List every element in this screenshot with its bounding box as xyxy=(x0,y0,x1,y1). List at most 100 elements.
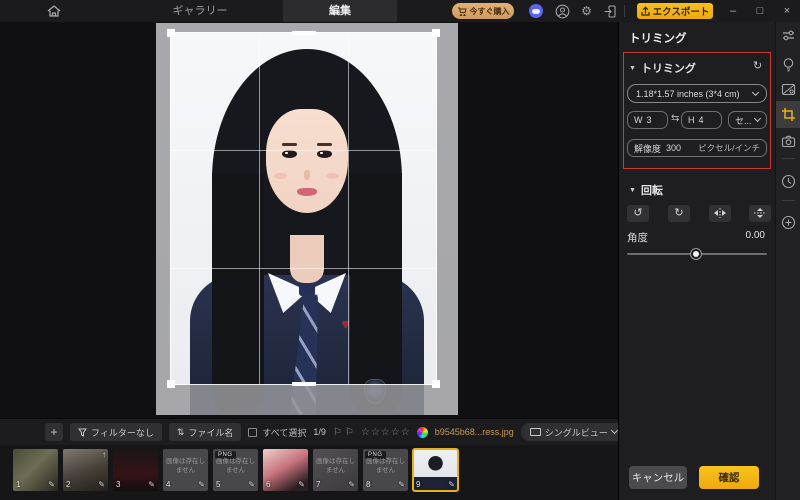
cart-icon xyxy=(457,7,467,16)
cancel-button[interactable]: キャンセル xyxy=(629,466,687,489)
missing-image-text: 画像は存在しません xyxy=(163,457,208,475)
flag-rating[interactable]: ⚐ ⚐ xyxy=(333,427,354,438)
edit-pencil-icon[interactable]: ✎ xyxy=(448,480,455,489)
angle-slider-handle[interactable] xyxy=(691,249,701,259)
thumb-number: 2 xyxy=(66,480,70,489)
crop-panel: トリミング ▼ トリミング ↻ 1.18*1.57 inches (3*4 cm… xyxy=(618,22,775,500)
filmstrip-thumb[interactable]: PNG画像は存在しません8✎ xyxy=(363,449,408,491)
titlebar-separator xyxy=(624,5,625,17)
crop-rectangle[interactable] xyxy=(170,32,437,385)
lightbulb-icon[interactable] xyxy=(781,57,796,72)
filmstrip-thumb[interactable]: ↑2✎ xyxy=(63,449,108,491)
maximize-button[interactable]: □ xyxy=(749,0,771,22)
settings-gear-icon[interactable]: ⚙ xyxy=(579,4,594,19)
crop-reset-icon[interactable]: ↻ xyxy=(753,59,762,72)
flip-horizontal-button[interactable] xyxy=(709,205,731,222)
crop-handle-bottom[interactable] xyxy=(292,382,316,386)
crop-preset-select[interactable]: 1.18*1.57 inches (3*4 cm) xyxy=(627,84,767,103)
filmstrip-thumb[interactable]: 画像は存在しません 4 ✎ xyxy=(163,449,208,491)
export-upload-icon xyxy=(641,6,650,16)
discord-icon[interactable] xyxy=(529,4,543,18)
edit-pencil-icon[interactable]: ✎ xyxy=(198,480,205,489)
thumb-number: 1 xyxy=(16,480,20,489)
star-icon[interactable]: ☆ xyxy=(381,427,390,438)
filmstrip-thumb[interactable]: 9✎ xyxy=(413,449,458,491)
login-icon[interactable] xyxy=(603,4,618,19)
home-button[interactable] xyxy=(45,3,63,19)
photo-being-cropped[interactable]: ♥ xyxy=(156,23,458,415)
rotate-section-header[interactable]: ▼ 回転 xyxy=(629,182,663,198)
angle-value: 0.00 xyxy=(746,230,765,241)
crop-grid-line xyxy=(348,33,349,384)
sort-by-filename-button[interactable]: ⇅ ファイル名 xyxy=(169,423,242,441)
edit-pencil-icon[interactable]: ✎ xyxy=(98,480,105,489)
account-icon[interactable] xyxy=(555,4,570,19)
thumb-number: 8 xyxy=(366,480,370,489)
edit-pencil-icon[interactable]: ✎ xyxy=(248,480,255,489)
swap-dimensions-icon[interactable]: ⇆ xyxy=(671,113,679,124)
thumb-number: 3 xyxy=(116,480,120,489)
filmstrip-thumb[interactable]: 1✎ xyxy=(13,449,58,491)
flag-icon[interactable]: ⚐ xyxy=(345,427,354,438)
filmstrip-thumb[interactable]: PNG画像は存在しません5✎ xyxy=(213,449,258,491)
adjustments-icon[interactable] xyxy=(781,28,796,43)
crop-handle-top[interactable] xyxy=(292,31,316,35)
filmstrip: 1✎↑2✎3✎画像は存在しません4✎PNG画像は存在しません5✎6✎画像は存在し… xyxy=(0,445,618,500)
edit-pencil-icon[interactable]: ✎ xyxy=(298,480,305,489)
rotate-right-button[interactable]: ↻ xyxy=(668,205,690,222)
star-icon[interactable]: ☆ xyxy=(371,427,380,438)
buy-now-button[interactable]: 今すぐ購入 xyxy=(452,3,514,19)
app-window: ギャラリー 編集 今すぐ購入 ⚙ エクスポート – □ × xyxy=(0,0,800,500)
current-filename: b9545b68...ress.jpg xyxy=(435,427,514,437)
filmstrip-thumb[interactable]: 画像は存在しません7✎ xyxy=(313,449,358,491)
crop-handle-top-left[interactable] xyxy=(167,29,175,37)
add-photo-button[interactable]: + xyxy=(45,423,63,441)
missing-image-text: 画像は存在しません xyxy=(213,457,258,475)
resolution-input[interactable]: 解像度 300 ピクセル/インチ xyxy=(627,139,767,157)
bottom-toolbar: + フィルターなし ⇅ ファイル名 すべて選択 1/9 ⚐ ⚐ ☆ ☆ ☆ ☆ … xyxy=(0,418,618,445)
select-all-checkbox[interactable]: すべて選択 xyxy=(248,426,306,439)
crop-tool-icon[interactable] xyxy=(781,107,796,122)
crop-width-input[interactable]: W 3 xyxy=(627,111,668,129)
star-rating[interactable]: ☆ ☆ ☆ ☆ ☆ xyxy=(361,427,410,438)
chevron-down-icon xyxy=(752,88,759,95)
edit-pencil-icon[interactable]: ✎ xyxy=(398,480,405,489)
crop-handle-bottom-left[interactable] xyxy=(167,380,175,388)
thumb-number: 9 xyxy=(416,480,420,489)
crop-handle-bottom-right[interactable] xyxy=(432,380,440,388)
close-button[interactable]: × xyxy=(776,0,798,22)
filmstrip-thumb[interactable]: 6✎ xyxy=(263,449,308,491)
view-mode-button[interactable]: シングルビュー xyxy=(521,423,626,441)
crop-handle-top-right[interactable] xyxy=(432,29,440,37)
tab-gallery[interactable]: ギャラリー xyxy=(150,0,250,22)
tab-edit[interactable]: 編集 xyxy=(283,0,397,22)
color-label-icon[interactable] xyxy=(417,427,428,438)
confirm-button[interactable]: 確認 xyxy=(699,466,759,489)
flip-vertical-button[interactable] xyxy=(749,205,771,222)
filmstrip-thumb[interactable]: 3✎ xyxy=(113,449,158,491)
unit-select[interactable]: セ... xyxy=(728,111,767,129)
thumb-number: 5 xyxy=(216,480,220,489)
star-icon[interactable]: ☆ xyxy=(361,427,370,438)
thumb-number: 6 xyxy=(266,480,270,489)
edit-pencil-icon[interactable]: ✎ xyxy=(348,480,355,489)
add-tool-icon[interactable] xyxy=(781,215,796,230)
rotate-left-button[interactable]: ↺ xyxy=(627,205,649,222)
history-clock-icon[interactable] xyxy=(781,174,796,189)
star-icon[interactable]: ☆ xyxy=(401,427,410,438)
filter-button[interactable]: フィルターなし xyxy=(70,423,162,441)
minimize-button[interactable]: – xyxy=(722,0,744,22)
export-button[interactable]: エクスポート xyxy=(637,3,713,19)
crop-section-header[interactable]: ▼ トリミング xyxy=(629,60,696,76)
effects-icon[interactable] xyxy=(781,82,796,97)
star-icon[interactable]: ☆ xyxy=(391,427,400,438)
crop-grid-line xyxy=(171,268,436,269)
edit-pencil-icon[interactable]: ✎ xyxy=(148,480,155,489)
camera-icon[interactable] xyxy=(781,134,796,149)
thumb-number: 4 xyxy=(166,480,170,489)
crop-height-input[interactable]: H 4 xyxy=(681,111,722,129)
photo-counter: 1/9 xyxy=(313,427,326,437)
edit-pencil-icon[interactable]: ✎ xyxy=(48,480,55,489)
angle-slider[interactable] xyxy=(627,253,767,255)
flag-icon[interactable]: ⚐ xyxy=(333,427,342,438)
